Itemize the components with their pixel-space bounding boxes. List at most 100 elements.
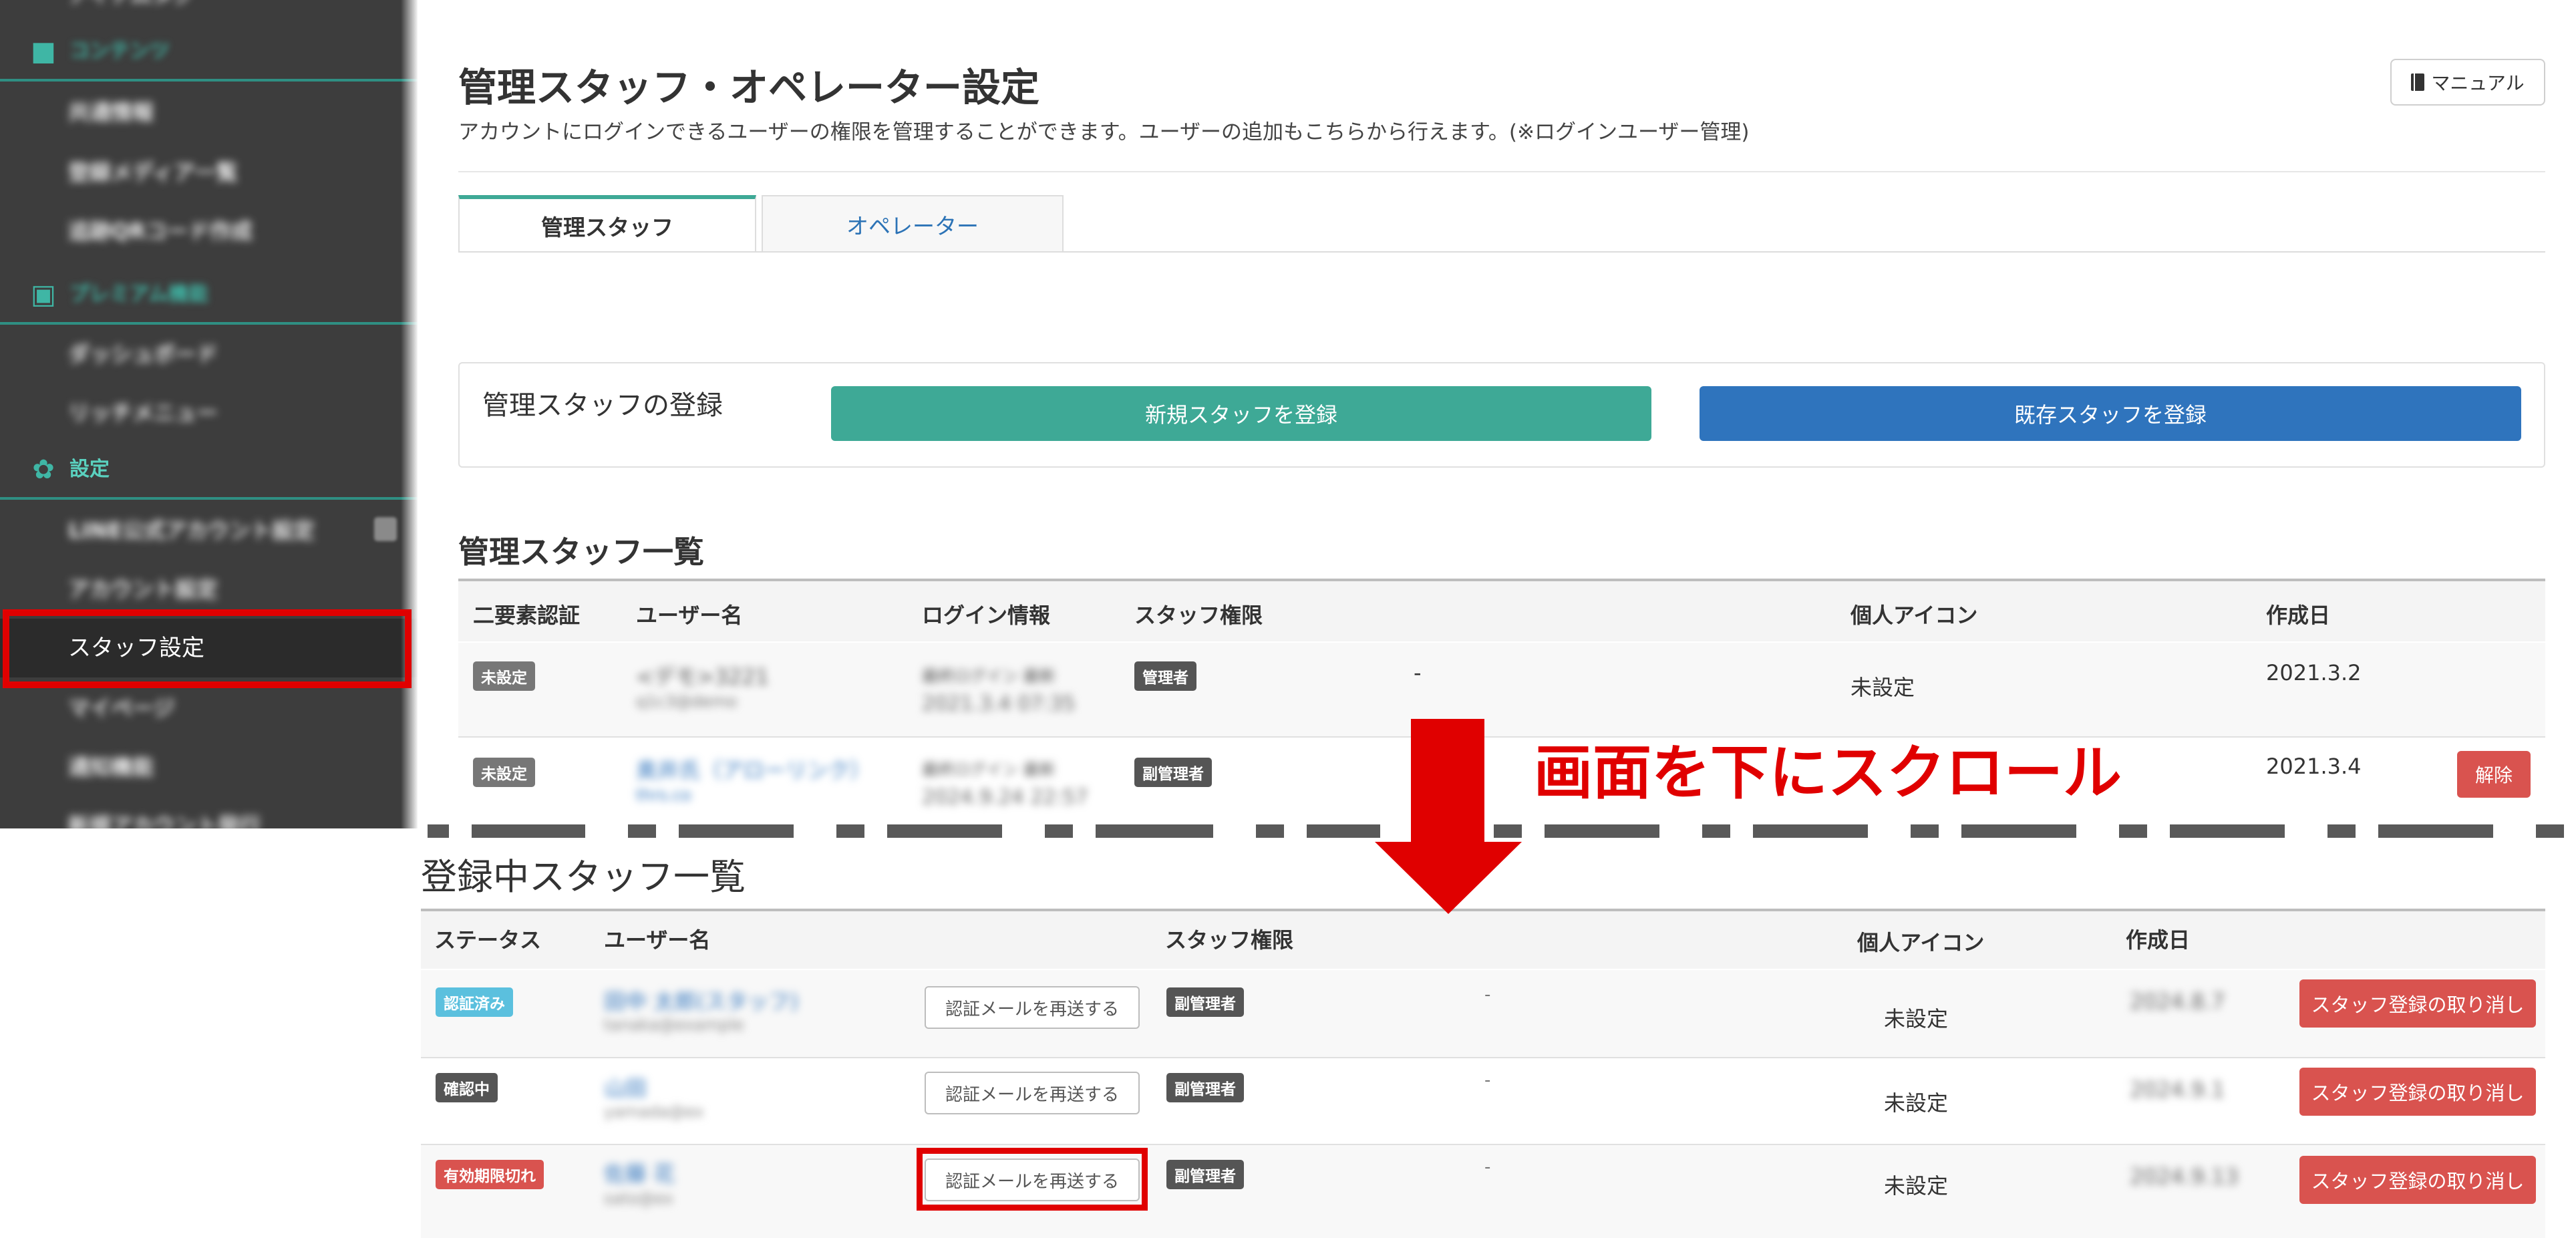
login-date: 2021.3.4 07:35: [922, 692, 1076, 716]
tab-operator[interactable]: オペレーター: [762, 195, 1064, 253]
scroll-divider: [1961, 824, 2076, 838]
login-label: 最終ログイン 最新: [922, 667, 1056, 685]
register-existing-staff-button[interactable]: 既存スタッフを登録: [1700, 386, 2521, 441]
sidebar-item-dashboard[interactable]: ダッシュボード: [0, 325, 418, 383]
tab-divider: [458, 251, 2545, 253]
dash-text: -: [1484, 1070, 1491, 1090]
cancel-staff-registration-button[interactable]: スタッフ登録の取り消し: [2299, 979, 2536, 1028]
scroll-arrow-shaft: [1411, 719, 1484, 843]
tab-admin-staff[interactable]: 管理スタッフ: [458, 195, 756, 253]
sidebar-item-label: マイページ: [68, 695, 175, 721]
highlight-box-sidebar: [3, 609, 412, 688]
column-header: 個人アイコン: [1850, 603, 1978, 628]
scroll-divider: [2327, 824, 2356, 838]
role-badge: 副管理者: [1166, 1160, 1244, 1189]
column-header: スタッフ権限: [1165, 927, 1294, 953]
created-date: 2024.9.1: [2130, 1077, 2225, 1102]
status-badge: 確認中: [436, 1073, 498, 1102]
sidebar-section-content: ■ コンテンツ: [0, 24, 418, 82]
column-header: ログイン情報: [922, 603, 1051, 628]
user-email: sato@ex: [604, 1189, 673, 1208]
sidebar-item-label: 追跡QRコード作成: [68, 218, 253, 244]
cancel-staff-registration-button[interactable]: スタッフ登録の取り消し: [2299, 1068, 2536, 1116]
sidebar-item[interactable]: アイテムタグ: [0, 0, 418, 24]
manual-button[interactable]: マニュアル: [2390, 59, 2545, 106]
role-badge: 副管理者: [1166, 987, 1244, 1017]
sidebar-item-label: アカウント設定: [68, 577, 218, 602]
sidebar-edge-fade: [401, 0, 418, 828]
cancel-staff-registration-button[interactable]: スタッフ登録の取り消し: [2299, 1156, 2536, 1204]
resend-verification-button[interactable]: 認証メールを再送する: [925, 986, 1140, 1029]
scroll-divider: [679, 824, 794, 838]
scroll-divider: [836, 824, 864, 838]
dash-text: -: [1484, 985, 1491, 1005]
user-name-link[interactable]: 奥井氏（アローリンク）: [636, 754, 871, 784]
external-link-icon: [374, 517, 397, 541]
table-row: [421, 1145, 2545, 1238]
scroll-divider: [2378, 824, 2493, 838]
two-factor-badge: 未設定: [473, 758, 535, 787]
sidebar-item-notifications[interactable]: 通知機能: [0, 738, 418, 796]
user-email: yamada@ex: [604, 1102, 704, 1121]
column-header: ステータス: [434, 927, 542, 953]
scroll-divider: [472, 824, 585, 838]
user-name: <デモ>3221: [636, 664, 770, 689]
user-email: thrs.co: [636, 786, 691, 804]
sidebar-item-label: 共通情報: [68, 100, 154, 125]
admin-table-header: [458, 581, 2545, 641]
premium-icon: ▣: [31, 279, 56, 310]
row-divider: [458, 736, 2545, 738]
column-header: 作成日: [2126, 927, 2191, 953]
role-badge: 副管理者: [1134, 758, 1212, 787]
scroll-divider: [2536, 824, 2564, 838]
register-new-staff-button[interactable]: 新規スタッフを登録: [831, 386, 1651, 441]
created-date: 2021.3.4: [2266, 754, 2362, 779]
user-name: 山田: [604, 1076, 647, 1101]
scroll-divider: [2119, 824, 2147, 838]
sidebar-item-line-account[interactable]: LINE公式アカウント設定: [0, 501, 418, 560]
sidebar-section-premium: ▣ プレミアム機能: [0, 267, 418, 325]
sidebar-item-rich-menu[interactable]: リッチメニュー: [0, 383, 418, 442]
sidebar-item-media-list[interactable]: 登録メディア一覧: [0, 143, 418, 202]
icon-status: 未設定: [1884, 1090, 1949, 1116]
icon-status: 未設定: [1850, 675, 1915, 700]
sidebar-item-label: ダッシュボード: [68, 341, 218, 367]
column-header: ユーザー名: [636, 603, 743, 628]
register-label: 管理スタッフの登録: [482, 390, 723, 421]
scroll-divider: [2170, 824, 2285, 838]
registered-table-header: [421, 911, 2545, 969]
login-date: 2024.9.24 22:57: [922, 786, 1088, 809]
sidebar-item-common-info[interactable]: 共通情報: [0, 83, 418, 142]
highlight-box-resend: [917, 1148, 1148, 1211]
remove-button[interactable]: 解除: [2457, 751, 2531, 798]
page-title: 管理スタッフ・オペレーター設定: [458, 65, 1040, 110]
sidebar-item-label: 通知機能: [68, 754, 154, 780]
column-header: スタッフ権限: [1134, 603, 1263, 628]
sidebar-section-label: コンテンツ: [69, 39, 170, 63]
sidebar-section-label: 設定: [69, 458, 110, 481]
sidebar-item-label: LINE公式アカウント設定: [68, 518, 315, 543]
created-date: 2024.9.13: [2130, 1164, 2239, 1189]
status-badge: 有効期限切れ: [436, 1160, 544, 1189]
sidebar-section-settings: ✿ 設定: [0, 442, 418, 500]
sidebar-item-new-account[interactable]: 新規アカウント発行: [0, 796, 418, 828]
scroll-instruction: 画面を下にスクロール: [1534, 738, 2122, 807]
table-row: [458, 643, 2545, 736]
admin-list-title: 管理スタッフ一覧: [458, 534, 704, 570]
sidebar: アイテムタグ ■ コンテンツ 共通情報 登録メディア一覧 追跡QRコード作成 ▣…: [0, 0, 418, 828]
dash-text: -: [1414, 660, 1422, 685]
folder-icon: ■: [31, 36, 56, 67]
scroll-divider: [1307, 824, 1380, 838]
scroll-divider: [428, 824, 449, 838]
scroll-divider: [1256, 824, 1284, 838]
scroll-divider: [1494, 824, 1522, 838]
user-email: tanaka@example: [604, 1016, 744, 1034]
scroll-down-arrow-icon: [1375, 842, 1522, 914]
icon-status: 未設定: [1884, 1006, 1949, 1032]
user-email: q1c3@demo: [636, 692, 738, 711]
created-date: 2021.3.2: [2266, 660, 2362, 685]
sidebar-item-qr-code[interactable]: 追跡QRコード作成: [0, 202, 418, 261]
resend-verification-button[interactable]: 認証メールを再送する: [925, 1072, 1140, 1114]
column-header: 個人アイコン: [1857, 930, 1985, 955]
sidebar-item-label: 登録メディア一覧: [68, 160, 238, 185]
